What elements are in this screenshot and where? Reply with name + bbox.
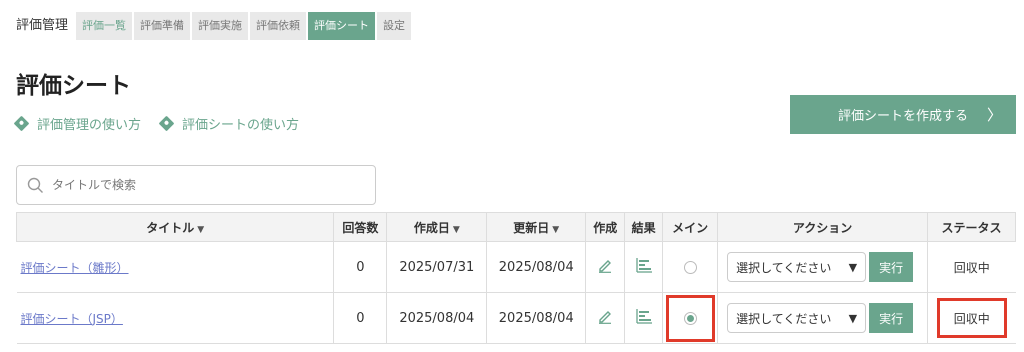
bar-chart-result-icon[interactable] [635,308,653,324]
created-date: 2025/07/31 [386,241,488,293]
col-created[interactable]: 作成日 ▼ [386,212,488,242]
sheet-table: タイトル ▼ 回答数 作成日 ▼ 更新日 ▼ 作成 結果 メイン アクション ステータ… [15,212,1017,344]
caret-down-icon: ▼ [848,311,858,325]
status-text: 回収中 [927,241,1016,293]
top-nav: 評価管理 評価一覧 評価準備 評価実施 評価依頼 評価シート 設定 [16,12,413,40]
search-icon [27,177,43,193]
col-main: メイン [662,212,719,242]
col-answers: 回答数 [333,212,388,242]
sort-icon: ▼ [452,224,460,235]
answer-count: 0 [333,292,388,344]
tab-evaluation-run[interactable]: 評価実施 [192,12,249,40]
updated-date: 2025/08/04 [486,292,587,344]
chevron-right-icon: 〉 [986,106,1002,124]
col-create: 作成 [585,212,626,242]
table-header-row: タイトル ▼ 回答数 作成日 ▼ 更新日 ▼ 作成 結果 メイン アクション ステータ… [15,212,1017,242]
tab-evaluation-sheet[interactable]: 評価シート [308,12,376,40]
sort-icon: ▼ [552,224,560,235]
col-action: アクション [717,212,928,242]
main-radio-selected[interactable] [683,311,697,325]
status-highlight-box: 回収中 [936,298,1007,338]
help-link-management[interactable]: 評価管理の使い方 [13,114,142,133]
sheet-title-link[interactable]: 評価シート（JSP） [21,312,123,326]
tab-evaluation-request[interactable]: 評価依頼 [250,12,307,40]
search-box [16,165,376,205]
nav-tabs: 評価一覧 評価準備 評価実施 評価依頼 評価シート 設定 [76,12,413,40]
created-date: 2025/08/04 [386,292,488,344]
search-input[interactable] [52,178,352,192]
tab-evaluation-prep[interactable]: 評価準備 [134,12,191,40]
bar-chart-result-icon[interactable] [635,257,653,273]
execute-button[interactable]: 実行 [869,252,914,282]
status-text: 回収中 [953,311,990,326]
help-link-sheet[interactable]: 評価シートの使い方 [158,114,300,133]
col-status: ステータス [926,212,1017,242]
action-select[interactable]: 選択してください ▼ [727,303,867,333]
main-radio[interactable] [683,260,697,274]
create-sheet-button[interactable]: 評価シートを作成する 〉 [790,95,1016,134]
diamond-help-icon [158,115,175,132]
col-updated[interactable]: 更新日 ▼ [486,212,587,242]
col-result: 結果 [624,212,664,242]
highlight-box [665,294,715,342]
help-link-label: 評価シートの使い方 [182,118,300,133]
action-select[interactable]: 選択してください ▼ [727,252,867,282]
pencil-edit-icon[interactable] [597,308,613,324]
help-link-label: 評価管理の使い方 [37,118,142,133]
page-title: 評価シート [16,73,131,99]
sheet-title-link[interactable]: 評価シート（雛形） [21,261,129,275]
col-title[interactable]: タイトル ▼ [15,212,335,242]
answer-count: 0 [333,241,388,293]
create-sheet-label: 評価シートを作成する [837,109,968,124]
caret-down-icon: ▼ [848,260,858,274]
pencil-edit-icon[interactable] [597,257,613,273]
sort-icon: ▼ [197,224,205,235]
help-links: 評価管理の使い方 評価シートの使い方 [13,114,319,133]
updated-date: 2025/08/04 [486,241,587,293]
execute-button[interactable]: 実行 [869,303,914,333]
table-row: 評価シート（JSP） 0 2025/08/04 2025/08/04 選択してく… [16,292,1016,344]
tab-settings[interactable]: 設定 [377,12,412,40]
table-row: 評価シート（雛形） 0 2025/07/31 2025/08/04 選択してくだ… [16,241,1016,293]
module-name: 評価管理 [16,18,69,33]
tab-evaluation-list[interactable]: 評価一覧 [76,12,133,40]
diamond-help-icon [13,115,30,132]
